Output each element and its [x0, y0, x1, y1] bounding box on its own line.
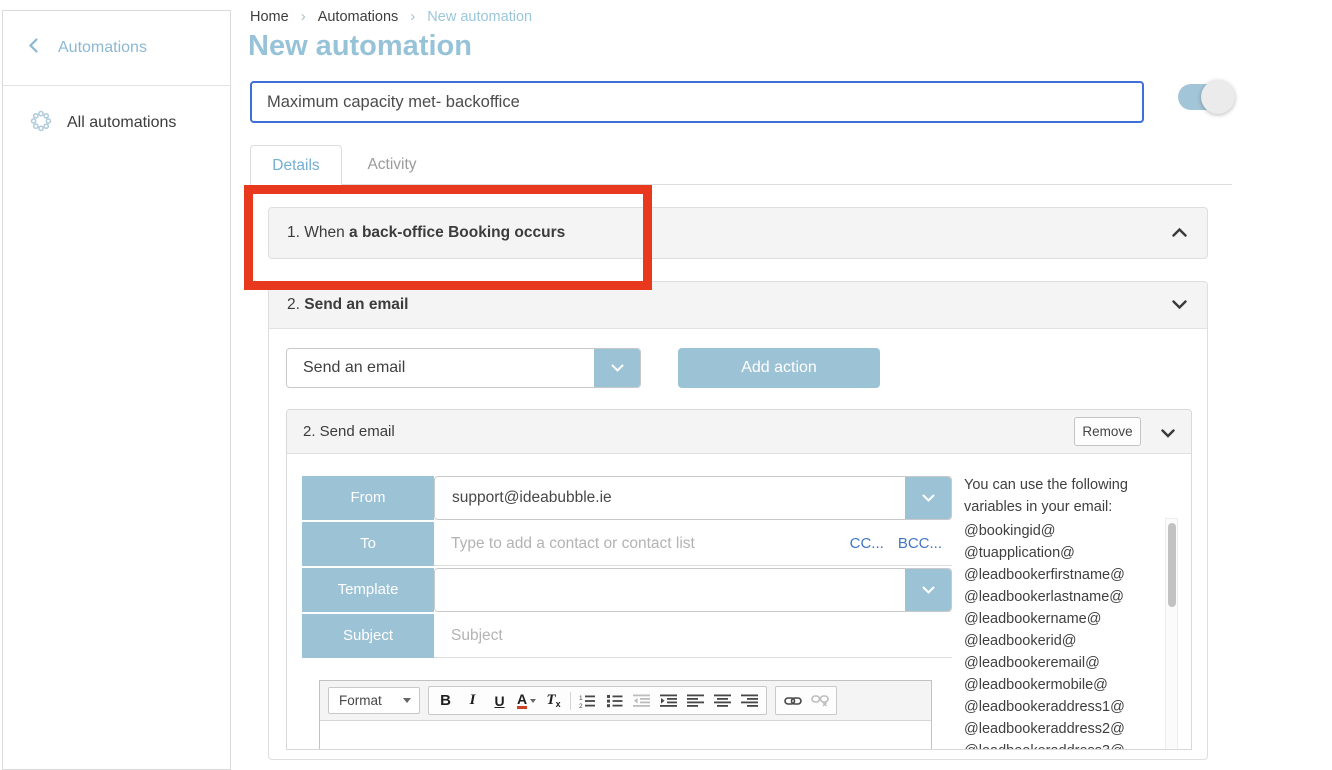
template-field	[434, 568, 952, 612]
step1-trigger-header[interactable]: 1. When a back-office Booking occurs	[268, 207, 1208, 259]
enabled-toggle-knob[interactable]	[1201, 80, 1235, 114]
step2-text: 2. Send an email	[287, 296, 408, 314]
editor-toolbar-group-main: B I U A T x 12	[428, 686, 767, 715]
sidebar-item-all-automations[interactable]: All automations	[3, 100, 230, 146]
template-input[interactable]	[435, 569, 905, 611]
caret-down-icon	[403, 698, 411, 703]
breadcrumb-home[interactable]: Home	[250, 9, 289, 25]
action-type-select[interactable]: Send an email	[286, 348, 641, 388]
variable-item: @leadbookerlastname@	[964, 586, 1144, 608]
variable-item: @leadbookermobile@	[964, 674, 1144, 696]
to-input[interactable]	[434, 522, 850, 565]
editor-content-area[interactable]	[320, 721, 931, 750]
from-input[interactable]	[435, 477, 905, 519]
tab-activity[interactable]: Activity	[342, 145, 442, 185]
variable-item: @leadbookeremail@	[964, 652, 1144, 674]
breadcrumb-automations[interactable]: Automations	[318, 9, 399, 25]
sidebar-title[interactable]: Automations	[58, 39, 147, 57]
italic-icon[interactable]: I	[459, 688, 486, 713]
variables-scrollbar-thumb[interactable]	[1168, 523, 1176, 607]
align-center-icon[interactable]	[709, 688, 736, 713]
cc-bcc-links: CC... BCC...	[850, 535, 952, 552]
align-right-icon[interactable]	[736, 688, 763, 713]
align-left-icon[interactable]	[682, 688, 709, 713]
action-type-select-value: Send an email	[287, 359, 594, 377]
svg-text:1: 1	[579, 695, 583, 702]
variables-list: @bookingid@@tuapplication@@leadbookerfir…	[964, 520, 1144, 750]
link-icon[interactable]	[779, 688, 806, 713]
automation-name-input[interactable]	[250, 81, 1144, 123]
text-color-icon[interactable]: A	[513, 688, 540, 713]
chevron-up-icon[interactable]	[1172, 224, 1187, 242]
add-action-button[interactable]: Add action	[678, 348, 880, 388]
bcc-link[interactable]: BCC...	[898, 535, 942, 552]
tabs-underline	[250, 184, 1232, 185]
chevron-left-icon[interactable]	[28, 38, 38, 58]
toolbar-separator	[570, 692, 571, 710]
unlink-icon[interactable]	[806, 688, 833, 713]
subject-field	[434, 614, 952, 658]
bold-icon[interactable]: B	[432, 688, 459, 713]
variables-scrollbar[interactable]	[1165, 518, 1178, 750]
chevron-down-icon[interactable]	[594, 349, 640, 387]
send-email-card-title: 2. Send email	[303, 423, 395, 440]
chevron-down-icon[interactable]	[1172, 296, 1187, 314]
breadcrumb-current: New automation	[427, 9, 532, 25]
variable-item: @tuapplication@	[964, 542, 1144, 564]
sidebar: Automations All automations	[2, 10, 231, 770]
underline-icon[interactable]: U	[486, 688, 513, 713]
tab-details[interactable]: Details	[250, 145, 342, 185]
breadcrumb-separator: ›	[301, 8, 306, 25]
outdent-icon[interactable]	[628, 688, 655, 713]
remove-button[interactable]: Remove	[1074, 417, 1141, 446]
from-field	[434, 476, 952, 520]
sidebar-item-label: All automations	[67, 114, 176, 132]
send-email-card-header[interactable]: 2. Send email Remove	[287, 410, 1191, 454]
variable-item: @leadbookerid@	[964, 630, 1144, 652]
cc-link[interactable]: CC...	[850, 535, 884, 552]
svg-text:2: 2	[579, 703, 583, 708]
breadcrumb: Home › Automations › New automation	[250, 8, 532, 25]
chevron-down-icon[interactable]	[1161, 425, 1175, 442]
editor-toolbar-group-links	[775, 686, 837, 715]
format-dropdown-label: Format	[339, 693, 382, 708]
bulleted-list-icon[interactable]	[601, 688, 628, 713]
step2-action-panel: 2. Send an email Send an email Add actio…	[268, 281, 1208, 760]
variable-item: @bookingid@	[964, 520, 1144, 542]
remove-format-icon[interactable]: T x	[540, 688, 567, 713]
variables-note: You can use the following variables in y…	[964, 474, 1160, 518]
step1-text: 1. When a back-office Booking occurs	[287, 224, 565, 242]
variable-item: @leadbookername@	[964, 608, 1144, 630]
variable-item: @leadbookeraddress1@	[964, 696, 1144, 718]
sidebar-back[interactable]: Automations	[3, 11, 230, 86]
breadcrumb-separator: ›	[410, 8, 415, 25]
from-label: From	[302, 476, 434, 520]
step2-action-header[interactable]: 2. Send an email	[269, 282, 1207, 329]
spinner-flower-icon	[29, 109, 53, 138]
editor-toolbar: Format B I U A T x	[320, 681, 931, 721]
variable-item: @leadbookeraddress2@	[964, 718, 1144, 740]
indent-icon[interactable]	[655, 688, 682, 713]
page-title: New automation	[248, 30, 472, 63]
chevron-down-icon[interactable]	[905, 477, 951, 519]
template-label: Template	[302, 568, 434, 612]
to-field: CC... BCC...	[434, 522, 952, 566]
numbered-list-icon[interactable]: 12	[574, 688, 601, 713]
subject-input[interactable]	[434, 614, 952, 657]
variable-item: @leadbookerfirstname@	[964, 564, 1144, 586]
chevron-down-icon[interactable]	[905, 569, 951, 611]
email-body-editor: Format B I U A T x	[319, 680, 932, 750]
send-email-card: 2. Send email Remove From To CC... BCC..…	[286, 409, 1192, 750]
format-dropdown[interactable]: Format	[328, 687, 420, 714]
subject-label: Subject	[302, 614, 434, 658]
to-label: To	[302, 522, 434, 566]
